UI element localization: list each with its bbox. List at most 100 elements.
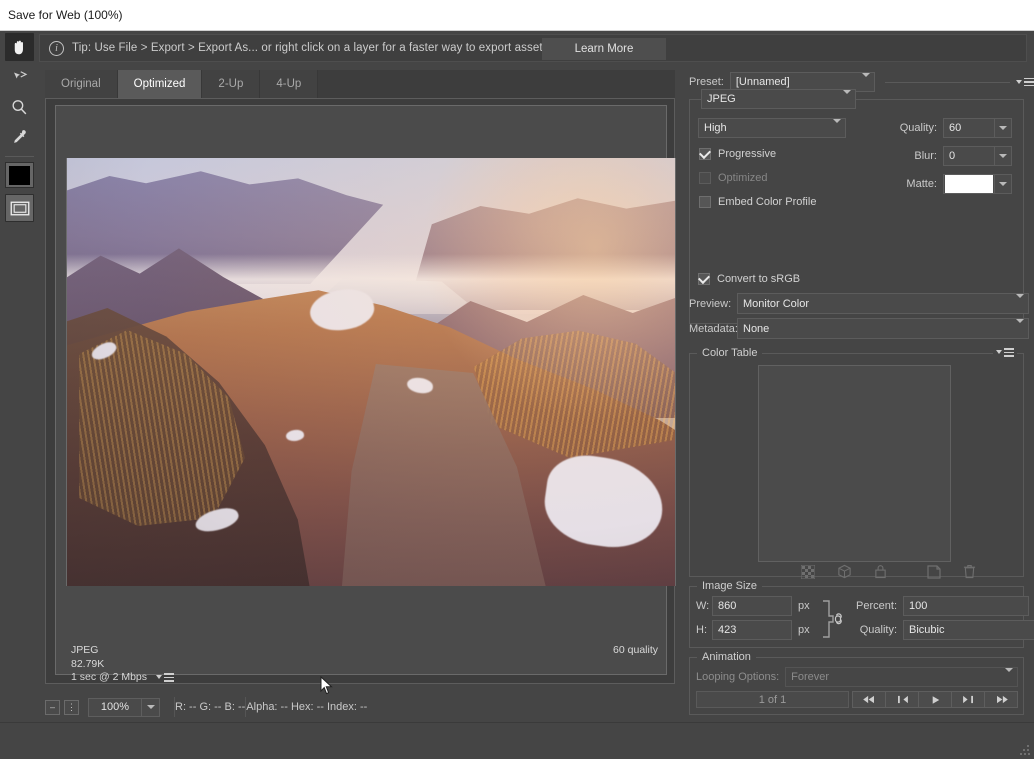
optimized-label: Optimized	[718, 172, 768, 184]
preview-canvas[interactable]: JPEG 82.79K 1 sec @ 2 Mbps 60 quality	[45, 98, 676, 684]
slice-select-tool[interactable]	[5, 63, 34, 91]
width-value: 860	[718, 600, 737, 612]
embed-color-profile-checkbox[interactable]	[699, 196, 711, 208]
progressive-checkbox[interactable]	[699, 148, 711, 160]
tab-optimized[interactable]: Optimized	[117, 70, 203, 98]
matte-label: Matte:	[906, 178, 937, 190]
quality-value: 60	[949, 122, 962, 134]
color-table-swatch-area[interactable]	[758, 365, 951, 562]
color-table-title: Color Table	[697, 347, 763, 359]
readout-hex: Hex: --	[290, 701, 324, 713]
next-frame-button[interactable]	[951, 691, 985, 708]
readout-r: R: --	[175, 701, 197, 713]
width-input[interactable]: 860	[712, 596, 792, 616]
readout-g: G: --	[199, 701, 222, 713]
info-speed: 1 sec @ 2 Mbps	[71, 671, 148, 683]
quality-input[interactable]: 60	[943, 118, 995, 138]
window-titlebar: Save for Web (100%)	[0, 0, 1034, 31]
color-table-toolbar	[800, 564, 976, 582]
resample-quality-select[interactable]: Bicubic	[903, 620, 1034, 640]
zoom-level-select[interactable]: 100%	[88, 697, 160, 717]
format-settings-group: JPEG High Quality: 60 Blur: 0 Matte: Pro…	[689, 89, 1024, 324]
readout-alpha: Alpha: --	[246, 701, 288, 713]
blur-stepper-dropdown[interactable]	[994, 146, 1012, 166]
optimized-image-preview	[66, 158, 676, 586]
zoom-level-value: 100%	[100, 701, 130, 713]
chevron-down-icon[interactable]	[141, 698, 159, 716]
image-size-title: Image Size	[697, 580, 763, 592]
looping-options-select[interactable]: Forever	[785, 667, 1018, 687]
zoom-actual-button[interactable]: ⋮	[64, 699, 79, 715]
matte-dropdown[interactable]	[994, 174, 1012, 194]
info-quality: 60 quality	[613, 644, 658, 656]
width-label: W:	[696, 600, 710, 612]
last-frame-button[interactable]	[984, 691, 1018, 708]
percent-value: 100	[909, 600, 928, 612]
height-value: 423	[718, 624, 737, 636]
tip-text: Tip: Use File > Export > Export As... or…	[72, 42, 549, 54]
percent-input[interactable]: 100	[903, 596, 1029, 616]
tab-filler	[318, 70, 675, 98]
zoom-out-button[interactable]: –	[45, 699, 60, 715]
height-unit: px	[798, 624, 810, 636]
tool-strip	[0, 31, 39, 759]
web-snap-icon[interactable]	[837, 564, 852, 582]
metadata-value: None	[743, 322, 770, 335]
progressive-label: Progressive	[718, 148, 777, 160]
previous-frame-button[interactable]	[885, 691, 919, 708]
embed-color-profile-label: Embed Color Profile	[718, 196, 817, 208]
info-icon: i	[49, 40, 64, 56]
delete-icon[interactable]	[963, 564, 976, 582]
foreground-color-swatch[interactable]	[5, 162, 34, 188]
info-format: JPEG	[71, 644, 99, 656]
quality-label: Quality:	[899, 122, 937, 134]
learn-more-button[interactable]: Learn More	[542, 38, 666, 60]
file-format-select[interactable]: JPEG	[701, 89, 856, 109]
info-filesize: 82.79K	[71, 657, 105, 670]
preview-flyout-menu-icon[interactable]	[156, 673, 175, 682]
metadata-label: Metadata:	[689, 322, 738, 335]
tab-4up[interactable]: 4-Up	[260, 70, 319, 98]
animation-group: Animation Looping Options: Forever 1 of …	[689, 651, 1024, 715]
view-tabs: Original Optimized 2-Up 4-Up	[45, 70, 675, 98]
eyedropper-tool[interactable]	[5, 123, 34, 151]
save-for-web-dialog: Save for Web (100%) i Tip: Use File > Ex…	[0, 0, 1034, 759]
readout-index: Index: --	[327, 701, 368, 713]
file-format-value: JPEG	[707, 93, 736, 105]
looping-options-value: Forever	[791, 671, 830, 683]
play-button[interactable]	[918, 691, 952, 708]
blur-input[interactable]: 0	[943, 146, 995, 166]
image-size-group: Image Size W: 860 px H: 423 px Percent: …	[689, 580, 1034, 648]
metadata-select[interactable]: None	[737, 318, 1029, 339]
preview-select[interactable]: Monitor Color	[737, 293, 1029, 314]
tab-original[interactable]: Original	[45, 70, 118, 98]
resize-grip[interactable]	[1020, 745, 1030, 755]
preview-label: Preview:	[689, 297, 732, 310]
convert-to-srgb-checkbox[interactable]	[698, 273, 710, 285]
toggle-slices-visibility-button[interactable]	[5, 194, 34, 222]
height-label: H:	[696, 624, 707, 636]
resample-quality-label: Quality:	[859, 624, 897, 636]
compression-quality-select[interactable]: High	[698, 118, 846, 138]
dialog-footer: Preview... ? ! Save... Cancel Done	[0, 722, 1034, 759]
preset-label: Preset:	[689, 76, 724, 88]
frame-counter: 1 of 1	[696, 691, 849, 708]
first-frame-button[interactable]	[852, 691, 886, 708]
hand-tool[interactable]	[5, 33, 34, 61]
quality-stepper-dropdown[interactable]	[994, 118, 1012, 138]
constrain-proportions-icon[interactable]	[820, 599, 842, 642]
blur-label: Blur:	[914, 150, 937, 162]
settings-flyout-menu-icon[interactable]	[1016, 77, 1034, 87]
height-input[interactable]: 423	[712, 620, 792, 640]
lock-icon[interactable]	[874, 564, 887, 582]
optimized-checkbox[interactable]	[699, 172, 711, 184]
transparency-icon[interactable]	[800, 564, 816, 582]
new-color-icon[interactable]	[927, 564, 941, 582]
color-table-flyout-menu-icon[interactable]	[993, 348, 1017, 357]
animation-title: Animation	[697, 651, 756, 663]
tab-2up[interactable]: 2-Up	[202, 70, 261, 98]
preview-canvas-inner: JPEG 82.79K 1 sec @ 2 Mbps 60 quality	[55, 105, 676, 683]
zoom-tool[interactable]	[5, 93, 34, 121]
preview-value: Monitor Color	[743, 297, 810, 310]
matte-color-swatch[interactable]	[943, 174, 995, 194]
